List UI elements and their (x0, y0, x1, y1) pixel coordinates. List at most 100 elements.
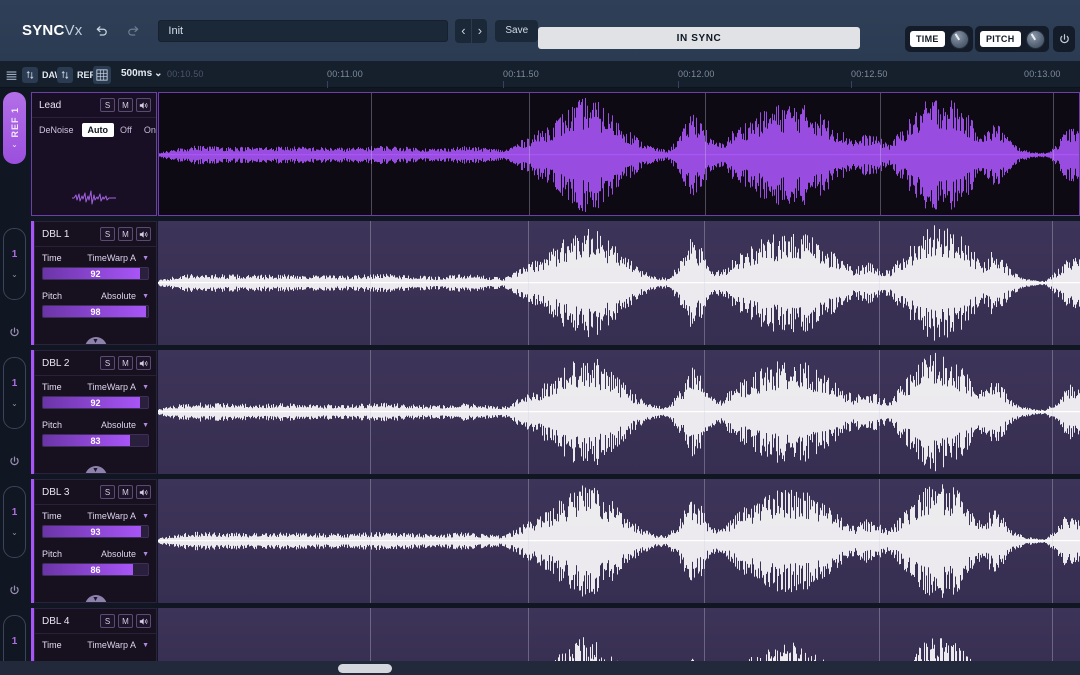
time-mode-dropdown[interactable]: TimeWarp A ▼ (87, 640, 149, 650)
time-parameter-row: Time TimeWarp A ▼ (42, 253, 149, 263)
chevron-down-icon: ▼ (142, 292, 149, 300)
sync-status-bar[interactable]: IN SYNC (538, 27, 860, 49)
brand-sub: Vx (64, 22, 83, 39)
save-button[interactable]: Save (495, 19, 539, 42)
mute-button[interactable]: M (118, 227, 133, 241)
track-group-selector-3[interactable]: 1 ⌄ (3, 486, 26, 558)
redo-icon[interactable] (122, 20, 144, 42)
denoise-option-off[interactable]: Off (114, 123, 138, 137)
grid-icon[interactable] (93, 66, 111, 84)
pitch-mode-button[interactable]: PITCH (975, 26, 1049, 52)
speaker-icon[interactable] (136, 98, 151, 112)
denoise-option-auto[interactable]: Auto (81, 123, 115, 137)
time-knob[interactable] (949, 29, 969, 49)
speaker-icon[interactable] (136, 356, 151, 370)
track-buttons: S M (100, 227, 151, 241)
mute-button[interactable]: M (118, 614, 133, 628)
master-power-button[interactable] (1053, 26, 1075, 52)
time-slider[interactable]: 92 (42, 396, 149, 409)
track-name: DBL 4 (42, 615, 70, 627)
preset-next-button[interactable]: › (471, 18, 487, 43)
playhead-marker (879, 221, 880, 345)
track-header-dbl1[interactable]: DBL 1 S M Time TimeWarp A ▼ 92 Pitch Abs… (34, 221, 157, 345)
track-group-number: 1 (11, 249, 18, 260)
menu-icon[interactable] (3, 67, 19, 83)
pitch-label: Pitch (42, 420, 63, 430)
pitch-parameter: Pitch Absolute ▼ 83 (35, 409, 156, 447)
time-slider-value: 93 (90, 526, 101, 537)
undo-icon[interactable] (91, 20, 113, 42)
daw-icon (22, 67, 38, 83)
time-mode-button[interactable]: TIME (905, 26, 973, 52)
ref-source-toggle[interactable]: REF (57, 66, 95, 84)
mute-button[interactable]: M (118, 98, 133, 112)
track-title-row: DBL 4 S M (35, 609, 156, 634)
pitch-label: Pitch (42, 291, 63, 301)
mute-button[interactable]: M (118, 485, 133, 499)
track-header-dbl2[interactable]: DBL 2 S M Time TimeWarp A ▼ 92 Pitch Abs… (34, 350, 157, 474)
pitch-slider[interactable]: 83 (42, 434, 149, 447)
chevron-down-icon: ⌄ (11, 399, 18, 408)
chevron-down-icon: ▼ (142, 512, 149, 520)
track-expander-3[interactable]: ▼ (84, 595, 107, 602)
ruler-label: 00:13.00 (1024, 69, 1061, 79)
preset-name-input[interactable]: Init (158, 19, 449, 42)
track-header-lead[interactable]: Lead S M DeNoise Auto Off On (31, 92, 157, 216)
brand-main: SYNC (22, 22, 65, 39)
time-mode-value: TimeWarp A (87, 640, 137, 650)
playhead-marker (371, 93, 372, 215)
mute-button[interactable]: M (118, 356, 133, 370)
pitch-parameter-row: Pitch Absolute ▼ (42, 420, 149, 430)
pitch-mode-dropdown[interactable]: Absolute ▼ (101, 549, 149, 559)
ruler-label: 00:11.00 (327, 69, 363, 79)
speaker-icon[interactable] (136, 485, 151, 499)
time-label: Time (42, 253, 62, 263)
time-label: Time (42, 382, 62, 392)
pitch-slider[interactable]: 86 (42, 563, 149, 576)
zoom-level-value: 500ms (121, 68, 153, 79)
solo-button[interactable]: S (100, 98, 115, 112)
track-expander-1[interactable]: ▼ (84, 337, 107, 344)
time-mode-dropdown[interactable]: TimeWarp A ▼ (87, 253, 149, 263)
playhead-marker (370, 221, 371, 345)
track-title-row: Lead S M (32, 93, 156, 118)
track-group-selector-2[interactable]: 1 ⌄ (3, 357, 26, 429)
track-group-selector-1[interactable]: 1 ⌄ (3, 228, 26, 300)
speaker-icon[interactable] (136, 614, 151, 628)
scrollbar-thumb[interactable] (338, 664, 392, 673)
waveform-lane-dbl3[interactable] (158, 479, 1080, 603)
solo-button[interactable]: S (100, 356, 115, 370)
solo-button[interactable]: S (100, 485, 115, 499)
time-mode-dropdown[interactable]: TimeWarp A ▼ (87, 511, 149, 521)
time-slider[interactable]: 92 (42, 267, 149, 280)
track-header-dbl3[interactable]: DBL 3 S M Time TimeWarp A ▼ 93 Pitch Abs… (34, 479, 157, 603)
chevron-down-icon: ▼ (142, 641, 149, 649)
playhead-marker (704, 221, 705, 345)
denoise-label: DeNoise (39, 125, 74, 135)
pitch-mode-dropdown[interactable]: Absolute ▼ (101, 420, 149, 430)
time-slider[interactable]: 93 (42, 525, 149, 538)
track-buttons: S M (100, 614, 151, 628)
solo-button[interactable]: S (100, 614, 115, 628)
track-power-1[interactable] (7, 325, 22, 340)
time-parameter: Time TimeWarp A ▼ 93 (35, 505, 156, 538)
track-power-2[interactable] (7, 454, 22, 469)
speaker-icon[interactable] (136, 227, 151, 241)
playhead-marker (529, 93, 530, 215)
pitch-knob[interactable] (1025, 29, 1045, 49)
zoom-level-dropdown[interactable]: 500ms ⌄ (121, 68, 163, 79)
denoise-option-on[interactable]: On (138, 123, 156, 137)
waveform-lane-dbl1[interactable] (158, 221, 1080, 345)
pitch-mode-dropdown[interactable]: Absolute ▼ (101, 291, 149, 301)
preset-prev-button[interactable]: ‹ (455, 19, 471, 43)
horizontal-scrollbar[interactable] (0, 661, 1080, 675)
denoise-segmented-control: Auto Off On (81, 123, 156, 137)
track-expander-2[interactable]: ▼ (84, 466, 107, 473)
pitch-slider[interactable]: 98 (42, 305, 149, 318)
ref-track-tab[interactable]: REF 1 ⌄ (3, 92, 26, 164)
solo-button[interactable]: S (100, 227, 115, 241)
track-power-3[interactable] (7, 583, 22, 598)
time-mode-dropdown[interactable]: TimeWarp A ▼ (87, 382, 149, 392)
waveform-lane-dbl2[interactable] (158, 350, 1080, 474)
waveform-lane-lead[interactable] (158, 92, 1080, 216)
